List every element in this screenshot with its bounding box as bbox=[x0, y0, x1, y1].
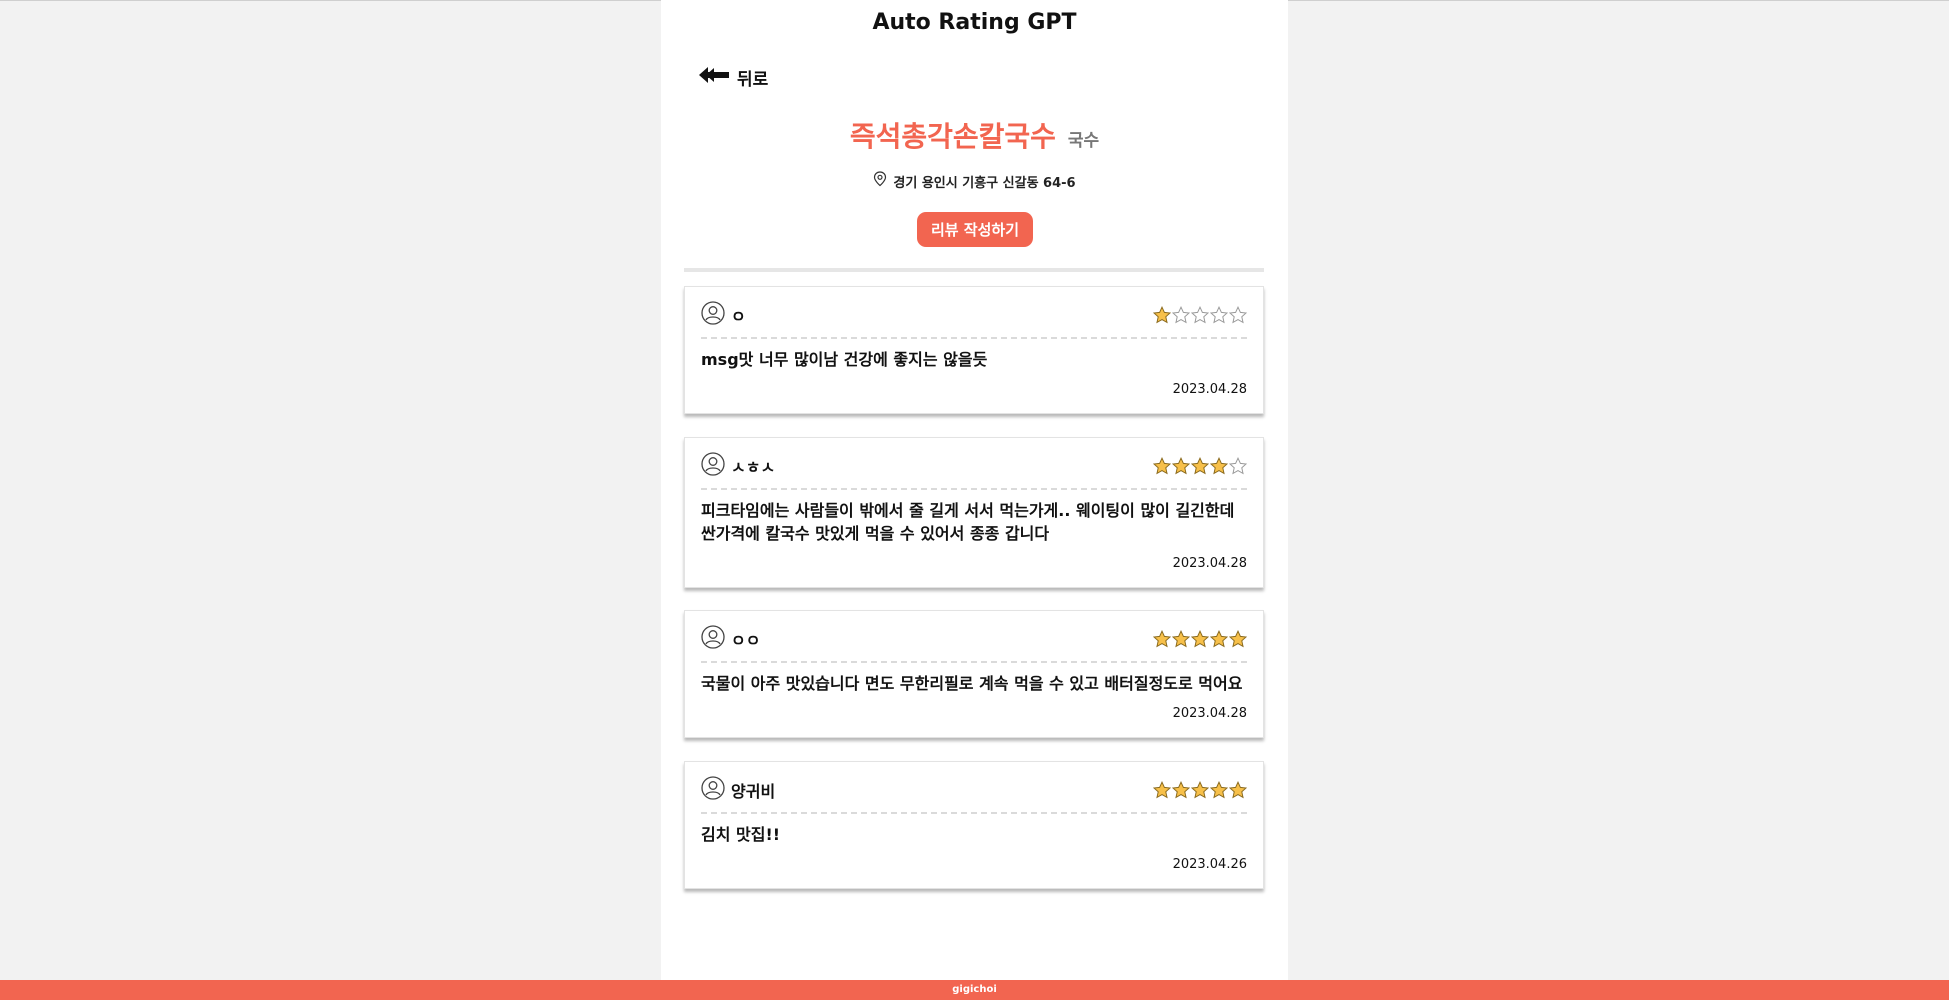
star-filled-icon bbox=[1172, 630, 1190, 648]
review-user-name: ㅅㅎㅅ bbox=[731, 458, 776, 477]
review-header: 양귀비 bbox=[701, 776, 1247, 804]
star-filled-icon bbox=[1191, 781, 1209, 799]
star-filled-icon bbox=[1153, 781, 1171, 799]
star-filled-icon bbox=[1229, 781, 1247, 799]
star-filled-icon bbox=[1153, 306, 1171, 324]
star-rating bbox=[1153, 306, 1247, 324]
user-avatar-icon bbox=[701, 776, 725, 804]
star-filled-icon bbox=[1153, 457, 1171, 475]
review-user: ㅇㅇ bbox=[701, 625, 760, 653]
user-avatar-icon bbox=[701, 301, 725, 329]
star-rating bbox=[1153, 457, 1247, 475]
user-avatar-icon bbox=[701, 625, 725, 653]
star-empty-icon bbox=[1172, 306, 1190, 324]
review-text: msg맛 너무 많이남 건강에 좋지는 않을듯 bbox=[701, 350, 988, 369]
star-filled-icon bbox=[1172, 781, 1190, 799]
review-separator bbox=[701, 337, 1247, 339]
review-text: 국물이 아주 맛있습니다 면도 무한리필로 계속 먹을 수 있고 배터질정도로 … bbox=[701, 674, 1243, 693]
back-button[interactable]: 뒤로 bbox=[699, 62, 768, 92]
star-filled-icon bbox=[1210, 781, 1228, 799]
review-header: ㅅㅎㅅ bbox=[701, 452, 1247, 480]
footer-text: gigichoi bbox=[952, 984, 997, 995]
star-filled-icon bbox=[1229, 630, 1247, 648]
store-category: 국수 bbox=[1067, 131, 1100, 151]
star-empty-icon bbox=[1191, 306, 1209, 324]
review-date: 2023.04.28 bbox=[1172, 706, 1247, 721]
star-filled-icon bbox=[1191, 630, 1209, 648]
user-avatar-icon bbox=[701, 452, 725, 480]
star-rating bbox=[1153, 630, 1247, 648]
review-card: ㅅㅎㅅ 피크타임에는 사람들이 밖에서 줄 길게 서서 먹는가게.. 웨이팅이 … bbox=[684, 437, 1264, 588]
star-filled-icon bbox=[1191, 457, 1209, 475]
review-user: 양귀비 bbox=[701, 776, 775, 804]
review-separator bbox=[701, 661, 1247, 663]
review-date: 2023.04.28 bbox=[1172, 382, 1247, 397]
review-user: ㅇ bbox=[701, 301, 746, 329]
write-review-button[interactable]: 리뷰 작성하기 bbox=[917, 212, 1033, 247]
review-user-name: ㅇㅇ bbox=[731, 631, 761, 650]
star-empty-icon bbox=[1229, 457, 1247, 475]
review-separator bbox=[701, 812, 1247, 814]
map-pin-icon bbox=[873, 171, 887, 191]
review-date: 2023.04.26 bbox=[1172, 857, 1247, 872]
store-name: 즉석총각손칼국수 bbox=[849, 120, 1056, 153]
star-filled-icon bbox=[1153, 630, 1171, 648]
review-card: ㅇ msg맛 너무 많이남 건강에 좋지는 않을듯 2023.04.28 bbox=[684, 286, 1264, 414]
star-filled-icon bbox=[1210, 457, 1228, 475]
review-user-name: 양귀비 bbox=[731, 782, 776, 801]
back-label: 뒤로 bbox=[737, 69, 769, 90]
review-text: 김치 맛집!! bbox=[701, 825, 781, 844]
review-header: ㅇ bbox=[701, 301, 1247, 329]
star-filled-icon bbox=[1210, 630, 1228, 648]
section-divider bbox=[684, 268, 1264, 272]
star-rating bbox=[1153, 781, 1247, 799]
review-separator bbox=[701, 488, 1247, 490]
store-title-row: 즉석총각손칼국수 국수 bbox=[661, 115, 1288, 155]
review-text: 피크타임에는 사람들이 밖에서 줄 길게 서서 먹는가게.. 웨이팅이 많이 길… bbox=[701, 501, 1235, 543]
store-address-row: 경기 용인시 기흥구 신갈동 64-6 bbox=[661, 171, 1288, 191]
review-card: 양귀비 김치 맛집!! 2023.04.26 bbox=[684, 761, 1264, 889]
review-card: ㅇㅇ 국물이 아주 맛있습니다 면도 무한리필로 계속 먹을 수 있고 배터질정… bbox=[684, 610, 1264, 738]
review-header: ㅇㅇ bbox=[701, 625, 1247, 653]
star-empty-icon bbox=[1210, 306, 1228, 324]
review-user-name: ㅇ bbox=[731, 307, 746, 326]
app-title: Auto Rating GPT bbox=[872, 10, 1077, 35]
review-user: ㅅㅎㅅ bbox=[701, 452, 775, 480]
footer-bar: gigichoi bbox=[0, 980, 1949, 1000]
star-empty-icon bbox=[1229, 306, 1247, 324]
back-arrow-icon bbox=[699, 65, 729, 89]
review-date: 2023.04.28 bbox=[1172, 556, 1247, 571]
star-filled-icon bbox=[1172, 457, 1190, 475]
store-address: 경기 용인시 기흥구 신갈동 64-6 bbox=[893, 175, 1076, 191]
page-container: Auto Rating GPT 뒤로 즉석총각손칼국수 국수 경기 용인시 기흥… bbox=[661, 0, 1288, 980]
